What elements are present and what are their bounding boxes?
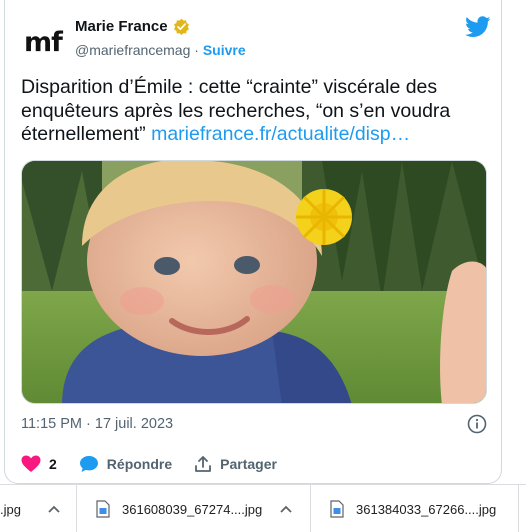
image-file-icon	[330, 500, 344, 518]
handle-separator: ·	[190, 42, 203, 58]
download-filename: 361608039_67274....jpg	[122, 501, 263, 517]
actions-row: 2 Répondre Partager	[21, 452, 487, 476]
download-separator	[310, 485, 311, 532]
share-button[interactable]: Partager	[194, 455, 277, 473]
chevron-up-icon[interactable]	[280, 505, 292, 513]
avatar[interactable]: mf	[21, 20, 65, 64]
tweet-photo[interactable]	[21, 160, 487, 404]
tweet-header: mf Marie France @mariefrancemag · Suivre	[21, 14, 491, 62]
like-button[interactable]: 2	[21, 455, 57, 473]
author-handle-line: @mariefrancemag · Suivre	[75, 42, 246, 58]
download-separator	[518, 485, 519, 532]
child-photo	[22, 161, 486, 403]
image-file-icon	[96, 500, 110, 518]
info-icon[interactable]	[467, 414, 487, 434]
download-filename: 361384033_67266....jpg	[356, 501, 497, 517]
author-name[interactable]: Marie France	[75, 18, 190, 35]
twitter-bird-icon[interactable]	[465, 16, 491, 38]
share-icon	[195, 456, 212, 472]
download-separator	[76, 485, 77, 532]
tweet-link[interactable]: mariefrance.fr/actualite/disp…	[151, 123, 410, 145]
chevron-up-icon[interactable]	[48, 505, 60, 513]
download-item[interactable]: .jpg	[0, 485, 21, 532]
share-label: Partager	[220, 456, 277, 472]
speech-bubble-icon	[79, 456, 98, 472]
author-name-label[interactable]: Marie France	[75, 18, 168, 35]
verified-badge-icon	[173, 18, 189, 35]
timestamp-row: 11:15 PM · 17 juil. 2023	[21, 414, 487, 436]
author-handle[interactable]: @mariefrancemag	[75, 42, 190, 58]
download-item[interactable]: 361608039_67274....jpg	[96, 485, 262, 532]
download-filename: .jpg	[0, 501, 21, 517]
reply-label: Répondre	[106, 456, 173, 472]
download-item[interactable]: 361384033_67266....jpg	[330, 485, 496, 532]
downloads-bar: .jpg 361608039_67274....jpg 361384033_67…	[0, 484, 526, 532]
tweet-card: mf Marie France @mariefrancemag · Suivre…	[4, 0, 502, 484]
reply-button[interactable]: Répondre	[79, 455, 172, 473]
like-count: 2	[49, 456, 57, 472]
tweet-text: Disparition d’Émile : cette “crainte” vi…	[21, 76, 491, 147]
timestamp[interactable]: 11:15 PM · 17 juil. 2023	[21, 416, 173, 432]
heart-icon	[21, 455, 41, 472]
follow-button[interactable]: Suivre	[203, 42, 246, 58]
